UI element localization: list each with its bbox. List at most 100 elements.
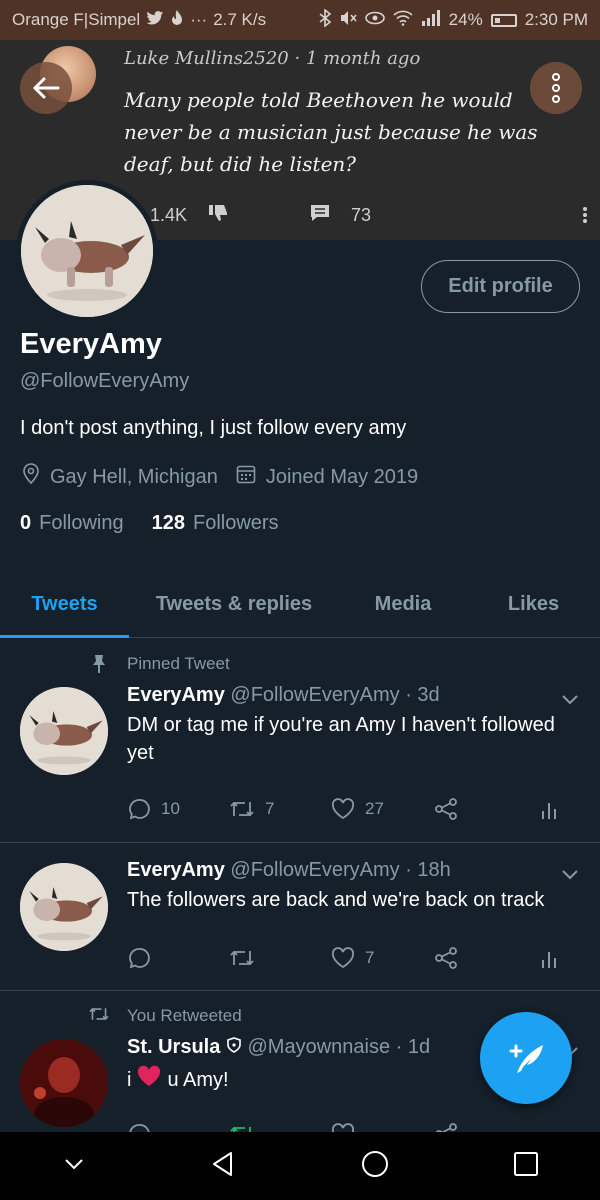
profile-display-name: EveryAmy [20, 328, 162, 360]
tab-tweets-replies[interactable]: Tweets & replies [129, 572, 339, 637]
more-options-button[interactable] [530, 62, 582, 114]
figurine-image [21, 185, 153, 317]
tweet-avatar[interactable] [20, 687, 108, 775]
analytics-button[interactable] [541, 797, 559, 821]
figurine-image [20, 863, 108, 951]
share-button[interactable] [433, 946, 535, 970]
retweet-button[interactable]: 7 [229, 798, 331, 820]
reply-count: 10 [161, 799, 180, 818]
followers-count: 128 [151, 512, 185, 534]
tweet-text-after: u Amy! [167, 1069, 229, 1091]
arrow-left-icon [32, 77, 60, 99]
battery-percent: 24% [448, 10, 483, 29]
nav-recents-button[interactable] [513, 1151, 539, 1182]
profile-avatar[interactable] [16, 180, 158, 322]
wifi-icon [393, 10, 413, 30]
like-count: 7 [365, 948, 375, 967]
tweet-header: St. Ursula @Mayownnaise · 1d [127, 1036, 430, 1059]
carrier-label: Orange F|Simpel [12, 10, 141, 29]
profile-location: Gay Hell, Michigan [50, 465, 218, 488]
chevron-down-icon[interactable] [560, 864, 580, 884]
share-icon [435, 1123, 457, 1132]
edit-profile-button[interactable]: Edit profile [421, 260, 580, 313]
tab-likes[interactable]: Likes [467, 572, 600, 637]
tweet-time: · 1d [395, 1036, 431, 1058]
banner-author-line: Luke Mullins2520 · 1 month ago [124, 48, 420, 69]
following-link[interactable]: 0 Following [20, 512, 124, 535]
tweet-context: Pinned Tweet [127, 654, 230, 673]
banner-more-icon [582, 205, 588, 229]
square-recents-icon [513, 1151, 538, 1176]
retweet-button[interactable] [229, 1123, 331, 1132]
share-icon [435, 798, 457, 820]
nav-collapse-button[interactable] [62, 1152, 86, 1181]
tweet-author-name: EveryAmy [127, 684, 225, 706]
like-button[interactable]: 7 [331, 947, 433, 969]
verified-shield-icon [226, 1036, 248, 1058]
twitter-notification-icon [146, 10, 164, 30]
more-dot-icon [552, 73, 560, 81]
overflow-dots-icon: ··· [190, 10, 208, 29]
tweet-avatar[interactable] [20, 1039, 108, 1127]
retweet-button[interactable] [229, 947, 331, 969]
eye-icon [364, 11, 385, 29]
heart-icon [331, 798, 355, 820]
nav-home-button[interactable] [360, 1149, 390, 1184]
retweet-count: 7 [265, 799, 275, 818]
tweet-item[interactable]: Pinned Tweet EveryAmy @FollowEveryAmy · … [0, 639, 600, 843]
profile-handle: @FollowEveryAmy [20, 370, 190, 392]
profile-meta: Gay Hell, Michigan Joined May 2019 [22, 463, 418, 491]
banner-stats: 1.4K 73 [150, 203, 371, 228]
tweet-item[interactable]: EveryAmy @FollowEveryAmy · 18h The follo… [0, 843, 600, 991]
person-photo [20, 1039, 108, 1127]
bluetooth-icon [319, 8, 331, 31]
calendar-icon [236, 464, 256, 490]
nav-back-button[interactable] [209, 1150, 237, 1183]
like-count: 27 [365, 799, 384, 818]
share-button[interactable] [433, 797, 535, 821]
status-bar: Orange F|Simpel ··· 2.7 K/s 24% 2:30 PM [0, 0, 600, 40]
reply-button[interactable] [127, 1122, 229, 1132]
location-pin-icon [22, 463, 40, 491]
reply-button[interactable]: 10 [127, 797, 229, 821]
followers-label: Followers [192, 512, 279, 534]
tweet-actions [127, 1119, 567, 1132]
banner-separator: · [294, 48, 301, 69]
banner-age: 1 month ago [305, 48, 421, 69]
battery-icon [490, 13, 517, 27]
reply-icon [129, 1124, 150, 1132]
compose-feather-icon [509, 1044, 543, 1073]
followers-link[interactable]: 128 Followers [152, 512, 279, 535]
compose-tweet-button[interactable] [480, 1012, 572, 1104]
back-button[interactable] [20, 62, 72, 114]
like-button[interactable]: 27 [331, 798, 433, 820]
reply-button[interactable] [127, 946, 229, 970]
comment-icon [309, 203, 331, 228]
analytics-button[interactable] [541, 946, 559, 970]
following-label: Following [39, 512, 124, 534]
profile-tabs: Tweets Tweets & replies Media Likes [0, 572, 600, 638]
chevron-down-icon[interactable] [560, 689, 580, 709]
tab-tweets[interactable]: Tweets [0, 572, 129, 638]
retweet-context-icon [88, 1005, 110, 1027]
retweet-icon [230, 801, 254, 817]
banner-author: Luke Mullins2520 [124, 48, 289, 69]
tweet-text: The followers are back and we're back on… [127, 889, 545, 911]
tweet-actions: 7 [127, 943, 567, 973]
tweet-context: You Retweeted [127, 1006, 242, 1025]
tab-media[interactable]: Media [339, 572, 467, 637]
like-button[interactable] [331, 1123, 433, 1132]
share-button[interactable] [433, 1122, 535, 1132]
mute-icon [339, 10, 357, 30]
tweet-author-name: St. Ursula [127, 1036, 221, 1058]
tweet-time: · 3d [405, 684, 440, 706]
tweet-header: EveryAmy @FollowEveryAmy · 18h [127, 859, 451, 882]
analytics-icon [542, 952, 556, 968]
tweet-author-name: EveryAmy [127, 859, 225, 881]
following-count: 0 [20, 512, 32, 534]
android-nav-bar [0, 1132, 600, 1200]
tweet-avatar[interactable] [20, 863, 108, 951]
flame-icon [170, 10, 184, 30]
figurine-image [20, 687, 108, 775]
banner-comments: 73 [351, 205, 372, 225]
